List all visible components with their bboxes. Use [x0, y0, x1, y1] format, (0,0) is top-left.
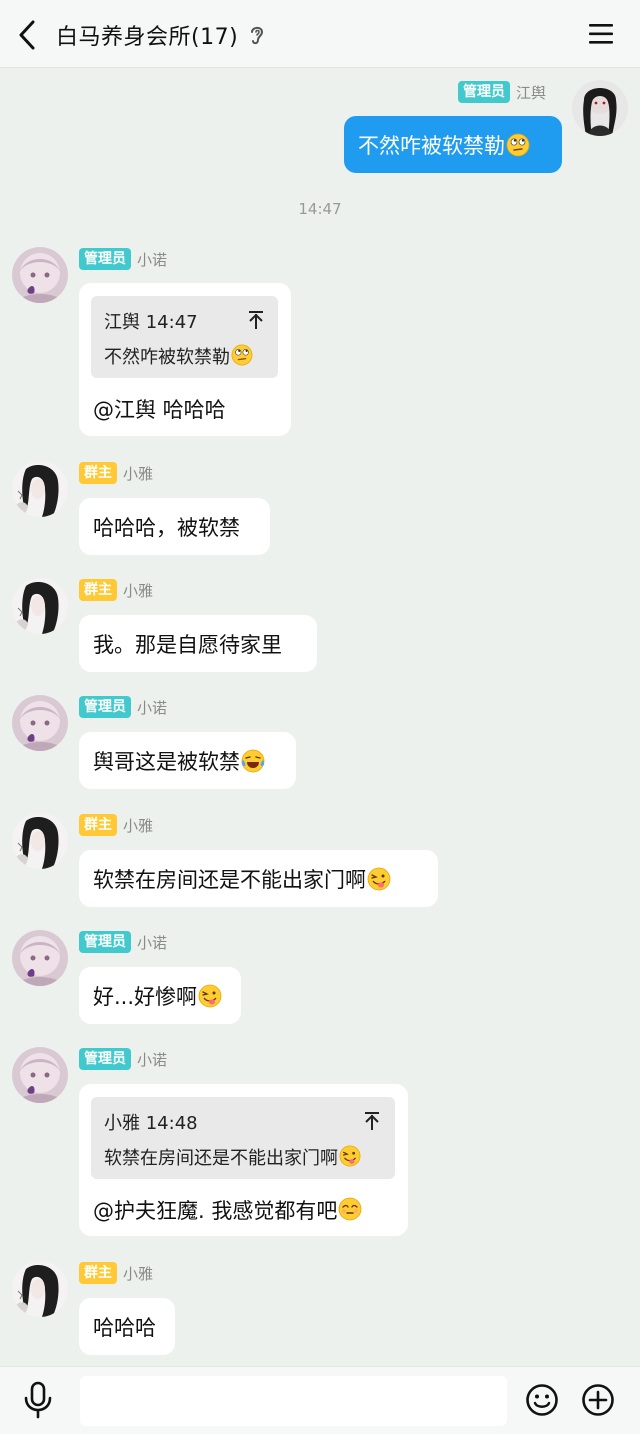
avatar[interactable]: [12, 1047, 68, 1103]
chat-title: 白马养身会所(17): [56, 25, 239, 50]
message-text: 好...好惨啊: [93, 984, 198, 1009]
message-incoming: 管理员 小诺 小雅 14:48 软禁在房间还是不能出家门啊 @护夫狂魔. 我感觉…: [0, 1047, 640, 1237]
message-meta: 群主 小雅: [79, 462, 153, 484]
role-badge: 管理员: [79, 248, 131, 270]
message-text: 舆哥这是被软禁: [93, 749, 240, 774]
role-badge: 群主: [79, 579, 117, 601]
message-incoming: 群主 小雅 哈哈哈，被软禁: [0, 461, 640, 556]
message-incoming: 管理员 小诺 好...好惨啊: [0, 930, 640, 1025]
message-text: 我。那是自愿待家里: [93, 632, 282, 657]
message-meta: 管理员 小诺: [79, 1048, 167, 1070]
message-bubble[interactable]: 好...好惨啊: [79, 967, 241, 1024]
zany-face-emoji-icon: [367, 867, 391, 891]
message-meta: 管理员 小诺: [79, 696, 167, 718]
role-badge: 群主: [79, 1262, 117, 1284]
tears-of-joy-emoji-icon: [241, 749, 265, 773]
message-incoming: 群主 小雅 哈哈哈: [0, 1261, 640, 1356]
quoted-message[interactable]: 小雅 14:48 软禁在房间还是不能出家门啊: [91, 1097, 395, 1179]
avatar[interactable]: [572, 80, 628, 136]
message-meta: 管理员 小诺: [79, 931, 167, 953]
sender-name[interactable]: 小雅: [123, 815, 153, 836]
quoted-message[interactable]: 江舆 14:47 不然咋被软禁勒: [91, 296, 278, 378]
sender-name[interactable]: 小雅: [123, 580, 153, 601]
message-meta: 群主 小雅: [79, 579, 153, 601]
emoji-picker-icon[interactable]: [525, 1383, 559, 1417]
avatar[interactable]: [12, 578, 68, 634]
quote-header: 小雅 14:48: [104, 1113, 198, 1134]
quote-body: 不然咋被软禁勒: [104, 343, 253, 369]
message-text: @护夫狂魔. 我感觉都有吧: [93, 1195, 362, 1225]
message-meta: 管理员 小诺: [79, 248, 167, 270]
chevron-left-icon[interactable]: [14, 18, 42, 52]
jump-to-quote-icon[interactable]: [363, 1111, 381, 1131]
timestamp: 14:47: [298, 200, 342, 218]
microphone-icon[interactable]: [22, 1381, 54, 1419]
avatar[interactable]: [12, 461, 68, 517]
avatar[interactable]: [12, 813, 68, 869]
message-bubble[interactable]: 舆哥这是被软禁: [79, 732, 296, 789]
message-text: 软禁在房间还是不能出家门啊: [93, 867, 366, 892]
message-incoming: 管理员 小诺 舆哥这是被软禁: [0, 695, 640, 790]
message-input[interactable]: [80, 1376, 507, 1426]
role-badge: 管理员: [79, 1048, 131, 1070]
chat-header: 白马养身会所(17): [0, 0, 640, 68]
message-text: 哈哈哈: [93, 1315, 156, 1340]
message-bubble[interactable]: 软禁在房间还是不能出家门啊: [79, 850, 438, 907]
message-meta: 管理员 江舆: [458, 81, 546, 103]
message-meta: 群主 小雅: [79, 814, 153, 836]
jump-to-quote-icon[interactable]: [247, 310, 265, 330]
message-bubble[interactable]: 哈哈哈，被软禁: [79, 498, 270, 555]
rolling-eyes-emoji-icon: [231, 344, 253, 366]
role-badge: 群主: [79, 814, 117, 836]
message-list[interactable]: 管理员 江舆 不然咋被软禁勒 14:47 管理员 小诺 江舆 14:47 不然咋…: [0, 69, 640, 1366]
message-bubble[interactable]: 小雅 14:48 软禁在房间还是不能出家门啊 @护夫狂魔. 我感觉都有吧: [79, 1084, 408, 1236]
sender-name[interactable]: 江舆: [516, 82, 546, 103]
squinting-face-emoji-icon: [338, 1197, 362, 1221]
message-outgoing: 管理员 江舆 不然咋被软禁勒: [0, 69, 640, 179]
avatar[interactable]: [12, 1261, 68, 1317]
sender-name[interactable]: 小雅: [123, 463, 153, 484]
zany-face-emoji-icon: [339, 1145, 361, 1167]
zany-face-emoji-icon: [198, 984, 222, 1008]
message-text: 不然咋被软禁勒: [358, 133, 505, 158]
role-badge: 管理员: [458, 81, 510, 103]
message-bubble[interactable]: 哈哈哈: [79, 1298, 175, 1355]
role-badge: 管理员: [79, 931, 131, 953]
input-bar: [0, 1366, 640, 1434]
message-bubble[interactable]: 不然咋被软禁勒: [344, 116, 562, 173]
message-text: 哈哈哈，被软禁: [93, 515, 240, 540]
message-incoming: 管理员 小诺 江舆 14:47 不然咋被软禁勒 @江舆 哈哈哈: [0, 247, 640, 437]
sender-name[interactable]: 小诺: [137, 249, 167, 270]
sender-name[interactable]: 小诺: [137, 697, 167, 718]
message-text: @江舆 哈哈哈: [93, 398, 226, 422]
rolling-eyes-emoji-icon: [506, 133, 530, 157]
plus-icon[interactable]: [581, 1383, 615, 1417]
menu-icon[interactable]: [588, 22, 614, 46]
message-incoming: 群主 小雅 我。那是自愿待家里: [0, 578, 640, 673]
sender-name[interactable]: 小雅: [123, 1263, 153, 1284]
quote-header: 江舆 14:47: [104, 312, 198, 333]
role-badge: 群主: [79, 462, 117, 484]
quote-body: 软禁在房间还是不能出家门啊: [104, 1144, 361, 1170]
avatar[interactable]: [12, 247, 68, 303]
message-meta: 群主 小雅: [79, 1262, 153, 1284]
message-bubble[interactable]: 我。那是自愿待家里: [79, 615, 317, 672]
chat-title-area[interactable]: 白马养身会所(17): [56, 18, 268, 52]
sender-name[interactable]: 小诺: [137, 1049, 167, 1070]
message-bubble[interactable]: 江舆 14:47 不然咋被软禁勒 @江舆 哈哈哈: [79, 283, 291, 436]
avatar[interactable]: [12, 695, 68, 751]
avatar[interactable]: [12, 930, 68, 986]
message-incoming: 群主 小雅 软禁在房间还是不能出家门啊: [0, 813, 640, 908]
ear-icon: [251, 26, 264, 45]
sender-name[interactable]: 小诺: [137, 932, 167, 953]
role-badge: 管理员: [79, 696, 131, 718]
